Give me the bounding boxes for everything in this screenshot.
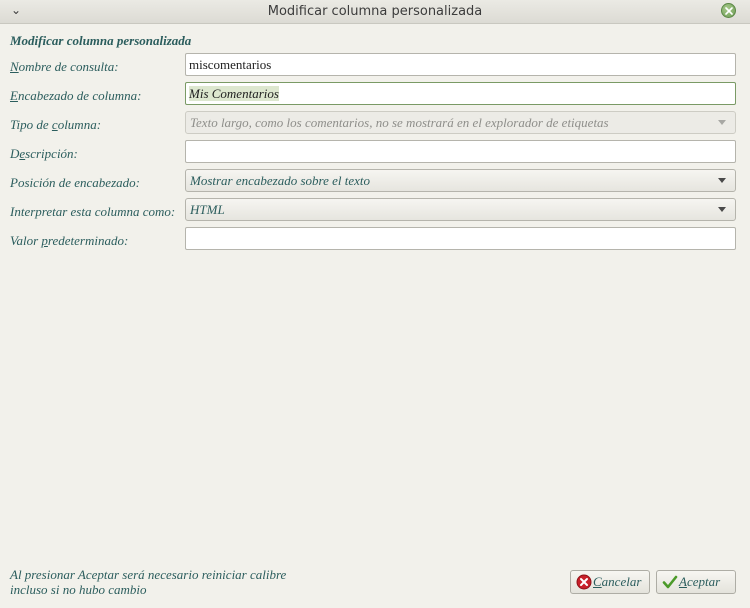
close-icon bbox=[725, 7, 733, 15]
accept-button[interactable]: Aceptar bbox=[656, 570, 736, 594]
restart-notice: Al presionar Aceptar será necesario rein… bbox=[10, 567, 287, 597]
interpret-as-label: Interpretar esta columna como: bbox=[10, 204, 176, 219]
chevron-down-icon bbox=[718, 120, 726, 125]
window-titlebar: ⌄ Modificar columna personalizada bbox=[0, 0, 750, 24]
interpret-as-dropdown[interactable]: HTML bbox=[185, 198, 736, 221]
column-type-dropdown: Texto largo, como los comentarios, no se… bbox=[185, 111, 736, 134]
cancel-icon bbox=[576, 574, 592, 590]
lookup-name-input[interactable]: miscomentarios bbox=[185, 53, 736, 76]
lookup-name-label: Nombre de consulta: bbox=[10, 59, 119, 74]
checkmark-icon bbox=[662, 575, 678, 589]
chevron-down-icon bbox=[718, 178, 726, 183]
chevron-down-icon bbox=[718, 207, 726, 212]
default-value-input[interactable] bbox=[185, 227, 736, 250]
heading-position-label: Posición de encabezado: bbox=[10, 175, 140, 190]
description-input[interactable] bbox=[185, 140, 736, 163]
heading-position-dropdown[interactable]: Mostrar encabezado sobre el texto bbox=[185, 169, 736, 192]
description-label: Descripción: bbox=[10, 146, 78, 161]
column-heading-input[interactable]: Mis Comentarios bbox=[185, 82, 736, 105]
column-heading-label: Encabezado de columna: bbox=[10, 88, 142, 103]
window-title: Modificar columna personalizada bbox=[267, 4, 483, 19]
section-title: Modificar columna personalizada bbox=[10, 33, 192, 48]
column-type-label: Tipo de columna: bbox=[10, 117, 102, 132]
selected-text: Mis Comentarios bbox=[189, 86, 279, 101]
close-button[interactable] bbox=[721, 3, 736, 18]
cancel-button[interactable]: Cancelar bbox=[570, 570, 650, 594]
default-value-label: Valor predeterminado: bbox=[10, 233, 129, 248]
